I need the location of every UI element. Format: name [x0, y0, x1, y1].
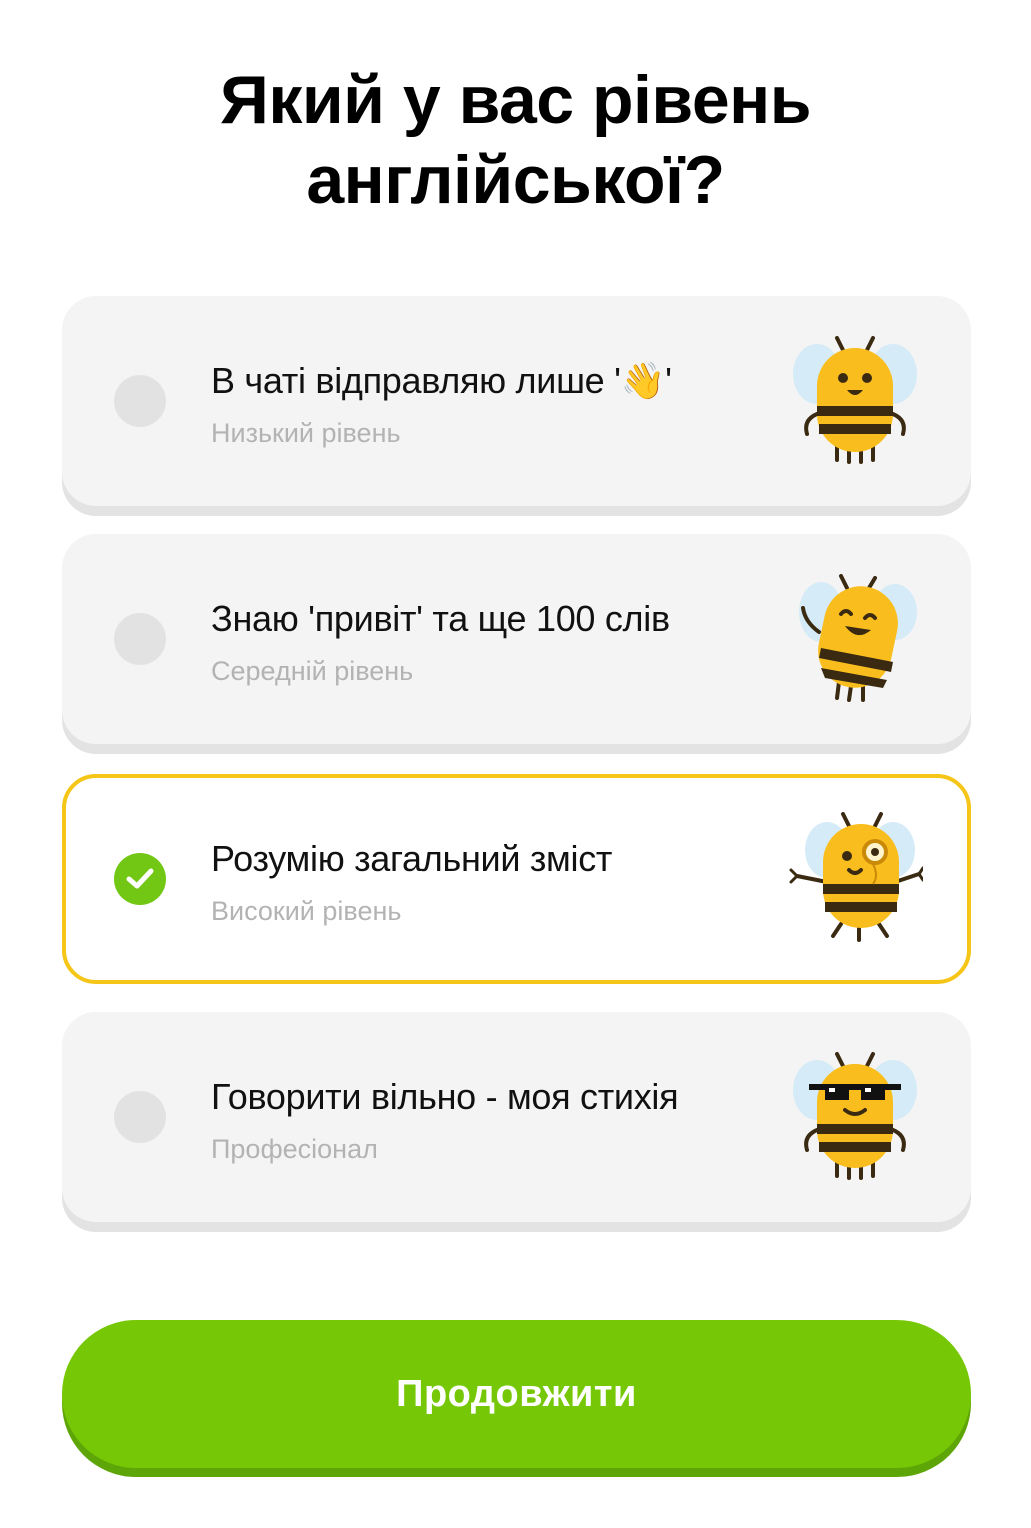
bee-smiling-icon	[793, 336, 917, 464]
continue-button[interactable]: Продовжити	[62, 1320, 971, 1468]
bee-waving-icon	[799, 574, 917, 702]
radio-button[interactable]	[114, 613, 166, 665]
bee-sunglasses-icon	[793, 1052, 917, 1180]
option-medium-level[interactable]: Знаю 'привіт' та ще 100 слів Середній рі…	[62, 534, 971, 744]
radio-button[interactable]	[114, 1091, 166, 1143]
option-subtitle: Професіонал	[211, 1134, 378, 1164]
option-subtitle: Середній рівень	[211, 656, 414, 686]
page-title-line-1: Який у вас рівень	[219, 62, 812, 138]
option-subtitle: Високий рівень	[211, 896, 402, 926]
radio-button-checked[interactable]	[114, 853, 166, 905]
option-low-level[interactable]: В чаті відправляю лише '👋' Низький рівен…	[62, 296, 971, 506]
option-high-level[interactable]: Розумію загальний зміст Високий рівень	[62, 774, 971, 984]
option-subtitle: Низький рівень	[211, 418, 401, 448]
page-title: Який у вас рівень англійської?	[0, 60, 1031, 220]
radio-button[interactable]	[114, 375, 166, 427]
option-title: В чаті відправляю лише '👋'	[211, 360, 672, 401]
option-professional-level[interactable]: Говорити вільно - моя стихія Професіонал	[62, 1012, 971, 1222]
bee-monocle-icon	[789, 812, 923, 942]
option-title: Говорити вільно - моя стихія	[211, 1076, 679, 1117]
check-icon	[126, 868, 154, 889]
option-title: Розумію загальний зміст	[211, 838, 613, 879]
page-title-line-2: англійської?	[306, 142, 725, 218]
option-title: Знаю 'привіт' та ще 100 слів	[211, 598, 670, 639]
